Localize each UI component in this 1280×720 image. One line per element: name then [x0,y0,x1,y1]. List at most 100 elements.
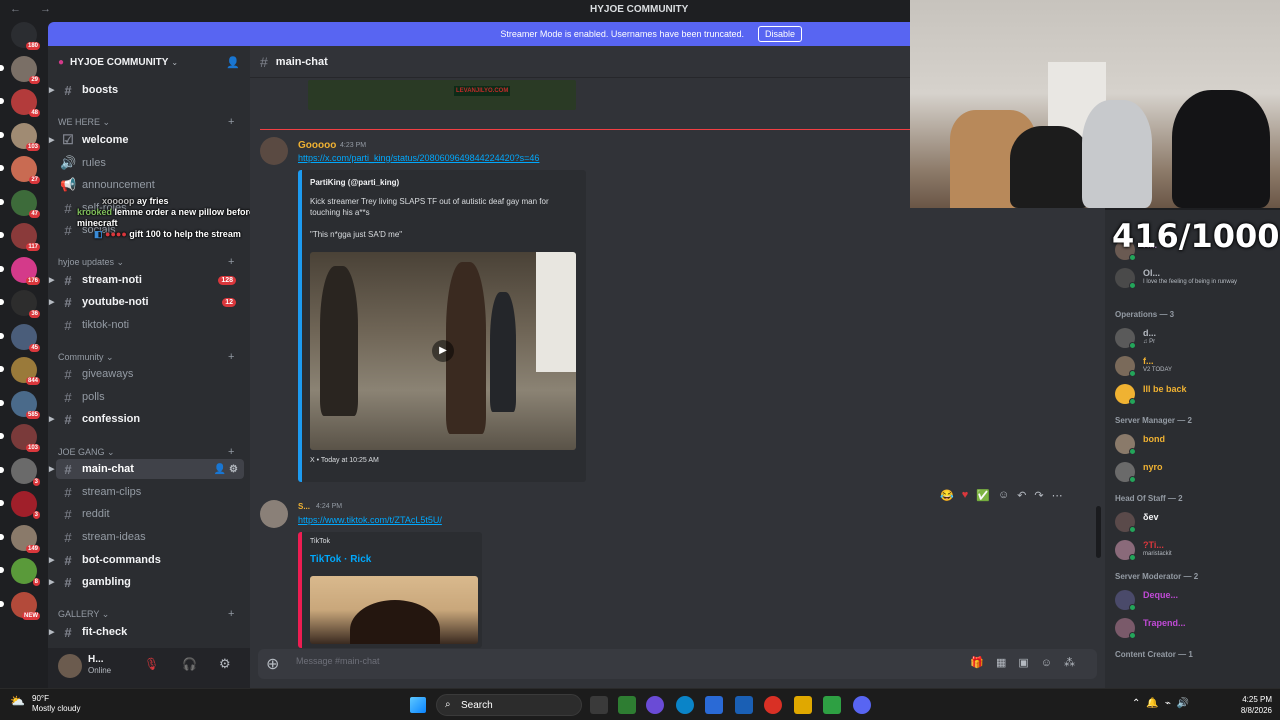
server-icon[interactable]: 176 [0,256,40,285]
member-item[interactable]: Deque... [1113,588,1273,612]
add-channel-icon[interactable]: + [228,351,234,363]
member-item[interactable]: bond [1113,432,1273,456]
server-icon[interactable]: 27 [0,156,40,184]
mail-icon[interactable] [735,696,753,714]
server-header[interactable]: ● HYJOE COMMUNITY ⌄ 👤 [48,46,250,78]
previous-image-embed[interactable]: LEVANJILYO.COM [308,80,576,110]
server-icon[interactable]: 103 [0,122,40,151]
message-author[interactable]: S... [298,502,310,511]
category-header[interactable]: WE HERE ⌄ + [58,116,234,128]
discord-icon[interactable] [853,696,871,714]
embed-author[interactable]: PartiKing (@parti_king) [310,178,399,187]
channel-stream-ideas[interactable]: # stream-ideas [56,527,244,547]
server-icon[interactable]: 36 [0,290,40,318]
server-icon[interactable]: 117 [0,223,40,251]
discord-home-icon[interactable]: 180 [11,22,40,50]
clock[interactable]: 4:25 PM 8/8/2026 [1230,694,1272,716]
message-link[interactable]: https://x.com/parti_king/status/20806096… [298,153,539,163]
channel-stream-clips[interactable]: # stream-clips [56,482,244,502]
windows-start-icon[interactable] [410,697,426,713]
copilot-icon[interactable] [646,696,664,714]
server-icon[interactable]: 48 [0,89,40,117]
channel-tiktok-noti[interactable]: # tiktok-noti [56,315,244,335]
task-view-icon[interactable] [590,696,608,714]
mic-muted-icon[interactable]: 🎙 [144,657,159,671]
vim-icon[interactable] [618,696,636,714]
composer-tools[interactable]: 🎁▦▣☺⁂ [970,656,1087,669]
system-tray[interactable]: ⌃🔔⌁🔊 [1132,698,1195,709]
channel-boosts[interactable]: ▶ # boosts [49,80,244,100]
channel-main-chat[interactable]: ▶ # main-chat 👤 ⚙ [49,459,244,479]
file-explorer-icon[interactable] [794,696,812,714]
embed-title[interactable]: TikTok · Rick [310,554,371,565]
check-reaction-icon[interactable]: ✅ [976,489,990,502]
add-channel-icon[interactable]: + [228,608,234,620]
edge-icon[interactable] [676,696,694,714]
channel-bot-commands[interactable]: ▶ # bot-commands [49,550,244,570]
avatar[interactable] [260,137,288,165]
member-item[interactable]: f... V2 TODAY [1113,354,1273,378]
channel-announcement[interactable]: 📢 announcement [56,175,244,195]
chrome-icon[interactable] [764,696,782,714]
channel-giveaways[interactable]: # giveaways [56,364,244,384]
store-icon[interactable] [705,696,723,714]
server-icon[interactable]: NEW [0,591,40,620]
add-channel-icon[interactable]: + [228,446,234,458]
server-icon[interactable]: 45 [0,323,40,352]
category-header[interactable]: JOE GANG ⌄ + [58,446,234,458]
category-header[interactable]: Community ⌄ + [58,351,234,363]
member-item[interactable]: Ill be back [1113,382,1273,406]
message-link[interactable]: https://www.tiktok.com/t/ZTAcL5t5U/ [298,515,442,525]
add-attachment-icon[interactable]: ⊕ [266,654,279,674]
reply-icon[interactable]: ↶ [1017,489,1026,502]
member-item[interactable]: Trapend... [1113,616,1273,640]
server-icon[interactable]: 844 [0,357,40,385]
message-input[interactable] [296,656,916,666]
play-icon[interactable]: ▶ [432,340,454,362]
member-item[interactable]: d... ♫ Pr [1113,326,1273,350]
add-channel-icon[interactable]: + [228,256,234,268]
member-item[interactable]: nyro [1113,460,1273,484]
headphones-muted-icon[interactable]: 🎧 [182,657,197,671]
forward-icon[interactable]: ↷ [1034,489,1043,502]
server-icon[interactable]: 47 [0,189,40,218]
heart-reaction-icon[interactable]: ♥ [962,489,969,501]
app-icon[interactable] [823,696,841,714]
channel-stream-noti[interactable]: ▶ # stream-noti 128 [49,270,244,290]
server-icon[interactable]: 103 [0,424,40,452]
avatar[interactable] [58,654,82,678]
channel-welcome[interactable]: ▶ ☑ welcome [49,130,244,150]
add-reaction-icon[interactable]: ☺ [998,489,1009,501]
server-icon[interactable]: 8 [0,558,40,586]
channel-gambling[interactable]: ▶ # gambling [49,572,244,592]
more-icon[interactable]: ⋯ [1052,489,1063,502]
embed-video[interactable]: ▶ [310,252,576,450]
category-header[interactable]: hyjoe updates ⌄ + [58,256,234,268]
server-icon[interactable]: 3 [0,491,40,519]
add-channel-icon[interactable]: + [228,116,234,128]
embed-thumbnail[interactable] [310,576,478,644]
add-member-icon[interactable]: 👤 [226,56,240,69]
member-item[interactable]: ?Ti... maristackit [1113,538,1273,562]
server-icon[interactable]: 3 [0,457,40,486]
message-author[interactable]: Gooooo [298,140,336,151]
channel-rules[interactable]: 🔊 rules [56,153,244,173]
channel-confession[interactable]: ▶ # confession [49,409,244,429]
channel-reddit[interactable]: # reddit [56,504,244,524]
server-icon[interactable]: 149 [0,524,40,553]
nav-arrows[interactable]: ← → [10,3,59,15]
member-item[interactable]: Ol... I love the feeling of being in runw… [1113,266,1273,290]
taskbar-search[interactable]: ⌕ Search [436,694,582,716]
member-item[interactable]: δev [1113,510,1273,534]
channel-fit-check[interactable]: ▶ # fit-check [49,622,244,642]
disable-streamer-mode-button[interactable]: Disable [757,26,802,42]
channel-youtube-noti[interactable]: ▶ # youtube-noti 12 [49,292,244,312]
avatar[interactable] [260,500,288,528]
scrollbar[interactable] [1096,506,1101,558]
category-header[interactable]: GALLERY ⌄ + [58,608,234,620]
server-icon[interactable]: 585 [0,390,40,419]
channel-settings-icon[interactable]: 👤 ⚙ [214,464,238,475]
laugh-reaction-icon[interactable]: 😂 [940,489,954,502]
weather-widget[interactable]: ⛅ 90°F Mostly cloudy [10,694,80,714]
channel-polls[interactable]: # polls [56,387,244,407]
